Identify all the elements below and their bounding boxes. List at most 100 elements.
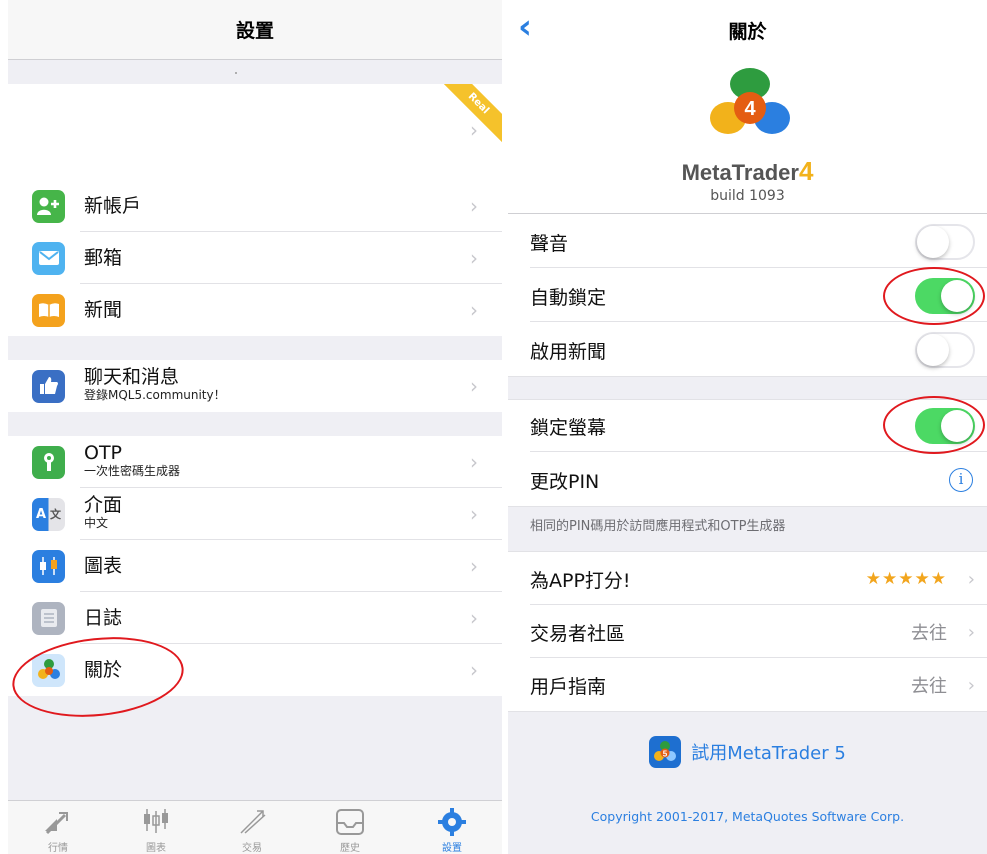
setting-label: 交易者社區: [530, 622, 626, 645]
charts-icon: [32, 549, 65, 583]
footer-band: [508, 711, 987, 854]
settings-navbar: 設置: [8, 0, 502, 60]
try-metatrader5-link[interactable]: 5 試用MetaTrader 5: [508, 735, 987, 769]
trader-community-row[interactable]: 交易者社區 去往 ›: [508, 606, 987, 658]
copyright-text: Copyright 2001-2017, MetaQuotes Software…: [590, 809, 905, 824]
settings-item-sublabel: 登錄MQL5.community！: [84, 388, 226, 402]
settings-item-label: 聊天和消息: [84, 366, 180, 388]
setting-row-enable-news: 啟用新聞: [508, 324, 987, 376]
tab-trade[interactable]: 交易: [222, 807, 282, 854]
settings-item-new-account[interactable]: 新帳戶 ›: [8, 180, 502, 232]
chevron-right-icon: ›: [470, 374, 478, 398]
about-navbar: ‹ 關於: [508, 0, 987, 60]
settings-item-label: 關於: [84, 659, 123, 681]
go-to-label: 去往: [911, 676, 947, 697]
spacer-dot: [235, 72, 237, 74]
journal-icon: [32, 601, 65, 635]
news-icon: [32, 293, 65, 327]
chat-icon: [32, 369, 65, 403]
settings-item-news[interactable]: 新聞 ›: [8, 284, 502, 336]
setting-row-sound: 聲音: [508, 216, 987, 268]
language-icon: A 文: [32, 497, 65, 531]
settings-group-general: OTP 一次性密碼生成器 › A 文 介面 中文 › 圖表 › 日誌 › 關於 …: [8, 436, 502, 696]
setting-label: 更改PIN: [530, 470, 600, 493]
setting-row-change-pin[interactable]: 更改PIN i: [508, 454, 987, 506]
tab-history[interactable]: 歷史: [320, 807, 380, 854]
go-to-label: 去往: [911, 623, 947, 644]
tab-quotes[interactable]: 行情: [28, 807, 88, 854]
otp-icon: [32, 445, 65, 479]
chevron-right-icon: ›: [967, 568, 975, 590]
chevron-right-icon: ›: [470, 118, 478, 142]
chevron-right-icon: ›: [967, 621, 975, 643]
settings-item-label: 日誌: [84, 607, 123, 629]
info-icon[interactable]: i: [949, 468, 973, 492]
settings-item-label: 新帳戶: [84, 195, 142, 217]
settings-item-language[interactable]: A 文 介面 中文 ›: [8, 488, 502, 540]
settings-item-charts[interactable]: 圖表 ›: [8, 540, 502, 592]
setting-label: 鎖定螢幕: [530, 416, 607, 439]
tab-settings[interactable]: 設置: [422, 807, 482, 854]
chevron-right-icon: ›: [470, 246, 478, 270]
enable-news-toggle[interactable]: [915, 332, 975, 368]
settings-item-sublabel: 一次性密碼生成器: [84, 464, 181, 478]
settings-item-sublabel: 中文: [84, 516, 109, 530]
new-account-icon: [32, 189, 65, 223]
history-icon: [336, 809, 364, 835]
rate-app-row[interactable]: 為APP打分! ★★★★★ ›: [508, 553, 987, 605]
page-title: 設置: [235, 20, 274, 42]
rating-stars: ★★★★★: [865, 569, 947, 589]
user-guide-row[interactable]: 用戶指南 去往 ›: [508, 659, 987, 711]
chevron-right-icon: ›: [470, 658, 478, 682]
svg-text:4: 4: [744, 98, 756, 120]
quotes-icon: [45, 812, 68, 835]
divider: [508, 213, 987, 214]
setting-label: 為APP打分!: [530, 569, 631, 592]
back-chevron-icon[interactable]: ‹: [518, 10, 532, 44]
settings-item-label: 新聞: [84, 299, 123, 321]
settings-item-label: OTP: [84, 442, 123, 464]
tab-bar: 行情 圖表 交易 歷史 設置: [8, 800, 502, 854]
real-account-badge: Real: [435, 84, 502, 147]
metatrader-logo: 4: [710, 68, 790, 134]
trade-icon: [240, 810, 266, 834]
pin-note: 相同的PIN碼用於訪問應用程式和OTP生成器: [530, 519, 786, 534]
settings-item-label: 圖表: [84, 555, 123, 577]
settings-item-journal[interactable]: 日誌 ›: [8, 592, 502, 644]
settings-item-label: 郵箱: [84, 247, 123, 269]
chevron-right-icon: ›: [470, 450, 478, 474]
about-icon: [32, 653, 65, 687]
settings-item-otp[interactable]: OTP 一次性密碼生成器 ›: [8, 436, 502, 488]
settings-gear-icon: [438, 808, 466, 836]
setting-label: 啟用新聞: [530, 340, 607, 363]
settings-item-chat[interactable]: 聊天和消息 登錄MQL5.community！ ›: [8, 360, 502, 412]
settings-item-label: 介面: [84, 494, 123, 516]
metatrader5-icon: 5: [649, 736, 682, 768]
svg-text:5: 5: [663, 750, 668, 759]
section-gap: [508, 376, 987, 400]
settings-group-accounts: 新帳戶 › 郵箱 › 新聞 ›: [8, 180, 502, 336]
about-screen: ‹ 關於 4 MetaTrader4 build 1093 聲音 自動鎖定 啟用…: [508, 0, 987, 854]
build-number: build 1093: [710, 188, 785, 204]
settings-group-chat: 聊天和消息 登錄MQL5.community！ ›: [8, 360, 502, 412]
setting-label: 聲音: [530, 232, 569, 255]
chevron-right-icon: ›: [967, 674, 975, 696]
brand-name: MetaTrader4: [681, 156, 814, 186]
sound-toggle[interactable]: [915, 224, 975, 260]
auto-lock-toggle[interactable]: [915, 278, 975, 314]
setting-label: 用戶指南: [530, 675, 607, 698]
tab-chart[interactable]: 圖表: [126, 807, 186, 854]
settings-item-mailbox[interactable]: 郵箱 ›: [8, 232, 502, 284]
settings-item-about[interactable]: 關於 ›: [8, 644, 502, 696]
chart-tab-icon: [144, 809, 168, 833]
setting-row-auto-lock: 自動鎖定: [508, 270, 987, 322]
chevron-right-icon: ›: [470, 298, 478, 322]
setting-label: 自動鎖定: [530, 286, 607, 309]
setting-row-lock-screen: 鎖定螢幕: [508, 400, 987, 452]
settings-screen: 設置 Real › 新帳戶 › 郵箱 › 新聞 › 聊天和消息 登錄MQL5.c…: [8, 0, 502, 854]
lock-screen-toggle[interactable]: [915, 408, 975, 444]
mailbox-icon: [32, 241, 65, 275]
chevron-right-icon: ›: [470, 554, 478, 578]
chevron-right-icon: ›: [470, 194, 478, 218]
account-cell[interactable]: Real ›: [8, 84, 502, 180]
